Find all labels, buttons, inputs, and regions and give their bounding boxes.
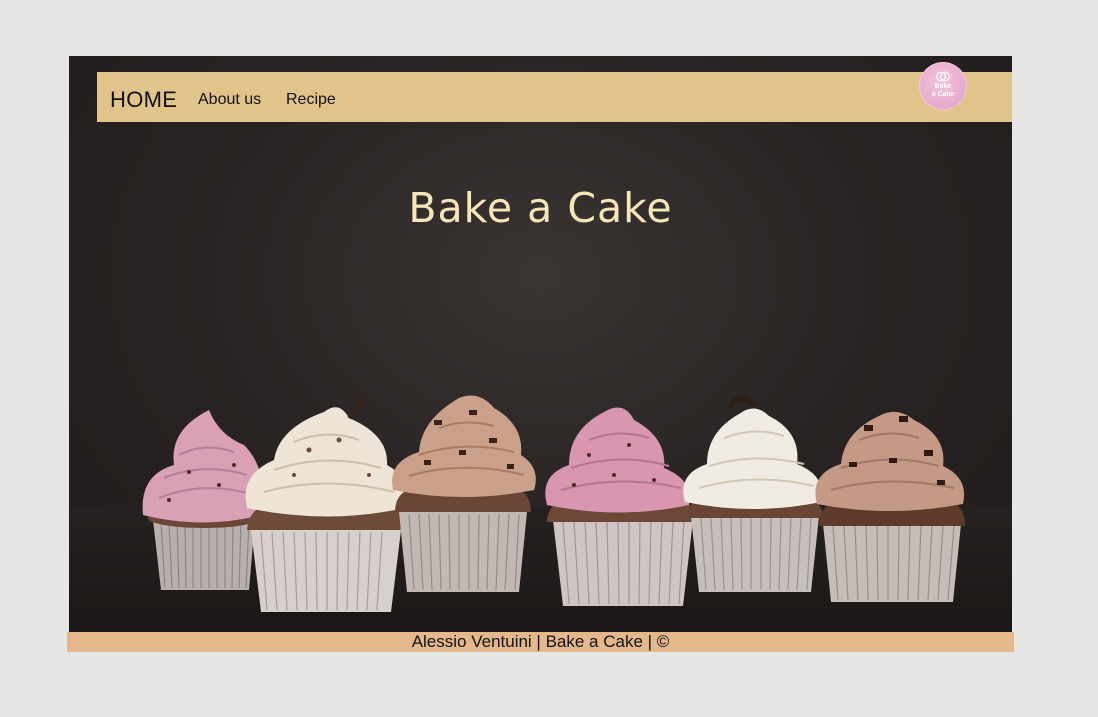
- logo-text: Bake a Cake: [931, 83, 955, 98]
- page-title: Bake a Cake: [408, 184, 673, 232]
- rings-icon: [936, 71, 950, 82]
- top-navbar: HOME About us Recipe: [97, 72, 1012, 122]
- cupcake-1: [142, 410, 263, 590]
- nav-home-link[interactable]: HOME: [110, 87, 177, 113]
- cupcake-5: [683, 396, 823, 592]
- cupcake-6: [815, 411, 965, 602]
- cupcake-3: [392, 395, 536, 592]
- nav-about-link[interactable]: About us: [198, 91, 261, 109]
- footer: Alessio Ventuini | Bake a Cake | ©: [67, 632, 1014, 652]
- bake-a-cake-logo[interactable]: Bake a Cake: [919, 62, 967, 110]
- cupcakes-image: [142, 395, 965, 612]
- footer-text: Alessio Ventuini | Bake a Cake | ©: [411, 632, 670, 651]
- cupcake-4: [545, 407, 697, 606]
- cupcake-2: [245, 396, 408, 612]
- nav-recipe-link[interactable]: Recipe: [286, 91, 336, 109]
